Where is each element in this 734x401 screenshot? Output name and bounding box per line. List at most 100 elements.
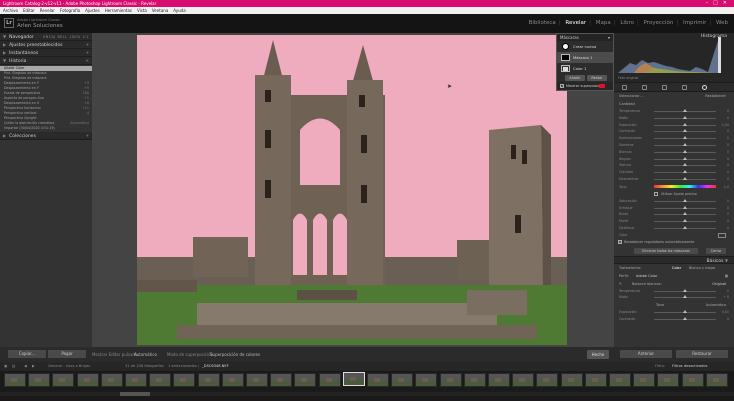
filmstrip-thumbnail[interactable]	[342, 372, 365, 386]
pins-auto-dropdown[interactable]: Automático	[134, 347, 157, 362]
slider-knob[interactable]	[683, 212, 687, 216]
slider-row[interactable]: Temperatura 0	[614, 108, 734, 115]
filmstrip-thumbnail[interactable]	[439, 373, 462, 387]
slider-knob[interactable]	[683, 219, 687, 223]
basic-header[interactable]: Básicos ▼	[614, 255, 734, 264]
slider-row[interactable]: Contraste 0	[614, 128, 734, 135]
add-snapshot-icon[interactable]: +	[86, 49, 89, 57]
history-header[interactable]: ▼ Historia ✕	[0, 57, 92, 65]
menu-herramientas[interactable]: Herramientas	[105, 8, 132, 13]
slider-knob[interactable]	[683, 198, 687, 202]
slider-knob[interactable]	[683, 115, 687, 119]
color-swatch[interactable]	[718, 232, 726, 238]
crop-tool-icon[interactable]	[642, 85, 647, 90]
menu-revelar[interactable]: Revelar	[40, 8, 55, 13]
collapse-masks-icon[interactable]: ▾	[608, 34, 610, 41]
slider-row[interactable]: Exposición 0,00	[614, 309, 734, 316]
slider-knob[interactable]	[683, 288, 687, 292]
show-overlay-checkbox[interactable]: ✓	[560, 84, 564, 88]
slider-value[interactable]: 0	[727, 169, 729, 176]
slider-knob[interactable]	[683, 316, 687, 320]
slider-row[interactable]: Iluminaciones 0	[614, 135, 734, 142]
hue-slider-row[interactable]: Tono 0,0	[614, 183, 734, 191]
close-button[interactable]: ✕	[723, 0, 732, 6]
heal-tool-icon[interactable]	[662, 85, 667, 90]
zoom-100[interactable]: 100%	[69, 35, 80, 39]
filmstrip-thumbnail[interactable]	[536, 373, 559, 387]
color-1-row[interactable]: Color 1	[557, 63, 613, 74]
grid-view-icon[interactable]: ▣	[4, 362, 7, 371]
slider-row[interactable]: Moiré 0	[614, 218, 734, 225]
saturation-row[interactable]: Saturación 0	[614, 198, 734, 205]
slider-knob[interactable]	[683, 149, 687, 153]
fine-adjust-checkbox[interactable]	[654, 192, 658, 197]
slider-row[interactable]: Textura 0	[614, 162, 734, 169]
slider-knob[interactable]	[683, 225, 687, 229]
slider-knob[interactable]	[683, 142, 687, 146]
tone-auto-button[interactable]: Automático	[706, 301, 726, 309]
saturation-value[interactable]: 0	[727, 198, 729, 205]
slider-knob[interactable]	[683, 310, 687, 314]
mask-preset-row[interactable]: Seleccionar ... Restablecer	[614, 92, 734, 100]
filmstrip-thumbnail[interactable]	[125, 373, 147, 387]
filmstrip-thumbnail[interactable]	[294, 373, 317, 387]
filmstrip-thumbnail[interactable]	[584, 373, 607, 387]
zoom-fit[interactable]: ENCAJ	[43, 35, 55, 39]
snapshots-header[interactable]: ▶ Instantáneos +	[0, 49, 92, 57]
slider-value[interactable]: 0,00	[722, 309, 729, 316]
paste-settings-button[interactable]: Pegar	[48, 350, 86, 358]
slider-value[interactable]: 0	[727, 211, 729, 218]
slider-knob[interactable]	[683, 170, 687, 174]
filmstrip-thumbnail[interactable]	[705, 373, 728, 387]
slider-knob[interactable]	[683, 122, 687, 126]
slider-row[interactable]: Sombras 0	[614, 142, 734, 149]
overlay-mode-dropdown[interactable]: Superposición de colores	[210, 347, 260, 362]
menu-editar[interactable]: Editar	[23, 8, 35, 13]
filter-dropdown[interactable]: Filtros desactivados	[672, 362, 707, 371]
slider-row[interactable]: Matiz 0	[614, 115, 734, 122]
filmstrip-thumbnail[interactable]	[197, 373, 220, 387]
history-item[interactable]: Importar (30/04/2020 4:51:19)	[0, 126, 92, 131]
subtract-mask-button[interactable]: Restar	[587, 75, 607, 81]
slider-value[interactable]: 0	[727, 128, 729, 135]
menu-fotografia[interactable]: Fotografía	[60, 8, 80, 13]
filmstrip-thumbnail[interactable]	[76, 373, 99, 387]
forward-arrow-icon[interactable]: ▶	[32, 362, 35, 371]
slider-row[interactable]: Ruido 0	[614, 211, 734, 218]
filmstrip-thumbnail[interactable]	[657, 373, 680, 387]
slider-row[interactable]: Contraste 0	[614, 316, 734, 323]
filmstrip-thumbnail[interactable]	[149, 373, 172, 387]
filmstrip-thumbnail[interactable]	[221, 373, 244, 387]
slider-row[interactable]: Claridad 0	[614, 169, 734, 176]
copy-settings-button[interactable]: Copiar...	[8, 350, 46, 358]
treatment-color-option[interactable]: Color	[672, 264, 681, 272]
slider-row[interactable]: Desneblinar 0	[614, 176, 734, 183]
slider-row[interactable]: Blancos 0	[614, 149, 734, 156]
zoom-2-1[interactable]: 2:1	[82, 35, 89, 39]
add-mask-button[interactable]: Añadir	[565, 75, 585, 81]
slider-value[interactable]: 0	[727, 156, 729, 163]
minimize-button[interactable]: –	[706, 0, 714, 6]
masking-tool-icon[interactable]	[702, 85, 707, 90]
slider-row[interactable]: Desflecar 0	[614, 225, 734, 232]
slider-row[interactable]: Exposición 0,00	[614, 122, 734, 129]
menu-vista[interactable]: Vista	[137, 8, 147, 13]
filmstrip-thumbnail[interactable]	[28, 373, 51, 387]
maximize-button[interactable]: □	[713, 0, 723, 6]
slider-value[interactable]: 0	[727, 288, 729, 295]
slider-value[interactable]: + 8	[723, 294, 729, 301]
filmstrip-scrollbar[interactable]	[0, 392, 734, 396]
filmstrip-thumbnail[interactable]	[633, 373, 656, 387]
create-mask-row[interactable]: Crear nueva máscara	[557, 41, 613, 60]
filmstrip-thumbnail[interactable]	[463, 373, 486, 387]
close-masks-button[interactable]: Cerrar	[706, 247, 726, 254]
slider-row[interactable]: Temperatura 0	[614, 288, 734, 295]
done-button[interactable]: Hecho	[587, 350, 609, 359]
mask-reset-label[interactable]: Restablecer	[705, 92, 726, 100]
mask-1-row[interactable]: Máscara 1	[557, 52, 613, 63]
slider-value[interactable]: 0	[727, 225, 729, 232]
photo-preview[interactable]	[137, 35, 567, 345]
previous-button[interactable]: Anterior	[620, 350, 672, 358]
slider-knob[interactable]	[683, 163, 687, 167]
menu-ventana[interactable]: Ventana	[152, 8, 168, 13]
